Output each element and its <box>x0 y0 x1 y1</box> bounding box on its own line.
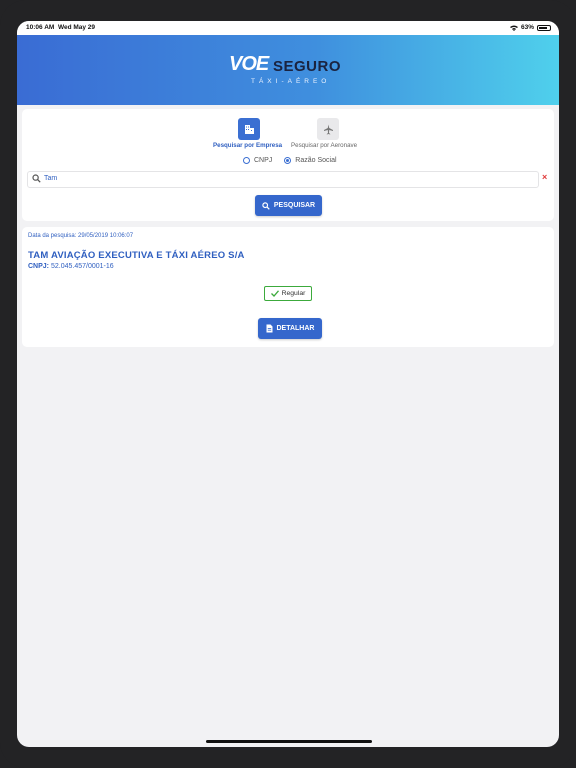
status-right: 63% <box>509 24 551 31</box>
detail-button-label: DETALHAR <box>276 325 315 332</box>
cnpj-value: 52.045.457/0001-16 <box>50 263 114 270</box>
radio-cnpj[interactable] <box>243 157 250 164</box>
app-header: VOE SEGURO TÁXI-AÉREO <box>17 35 559 105</box>
status-date: Wed May 29 <box>57 24 96 31</box>
battery-percent: 63% <box>520 24 534 31</box>
check-icon <box>270 290 279 297</box>
search-input[interactable] <box>44 173 524 184</box>
app-screen: 10:06 AM Wed May 29 63% VOE SEGURO TÁXI-… <box>17 21 559 747</box>
status-badge: Regular <box>264 286 312 301</box>
mode-empresa-button[interactable] <box>238 118 260 140</box>
search-icon <box>262 201 270 210</box>
search-icon <box>32 174 41 183</box>
mode-aeronave-button[interactable] <box>317 118 339 140</box>
brand-logo: VOE SEGURO TÁXI-AÉREO <box>229 53 349 93</box>
company-cnpj: CNPJ: 52.045.457/0001-16 <box>28 263 114 270</box>
wifi-icon <box>509 25 518 31</box>
company-name: TAM AVIAÇÃO EXECUTIVA E TÁXI AÉREO S/A <box>28 250 245 261</box>
clear-search-icon[interactable]: × <box>542 172 547 182</box>
search-card: Pesquisar por Empresa Pesquisar por Aero… <box>22 109 554 221</box>
logo-mark: VOE <box>229 53 269 75</box>
airplane-icon <box>323 124 333 134</box>
status-bar: 10:06 AM Wed May 29 63% <box>17 21 559 35</box>
logo-word: SEGURO <box>273 58 342 75</box>
status-time-value: 10:06 AM <box>26 24 55 31</box>
home-indicator[interactable] <box>206 740 372 743</box>
mode-empresa-label[interactable]: Pesquisar por Empresa <box>213 142 282 149</box>
search-type-radio-group: CNPJ Razão Social <box>243 157 337 164</box>
radio-razao-social-label[interactable]: Razão Social <box>295 157 336 164</box>
radio-razao-social[interactable] <box>284 157 292 164</box>
cnpj-label: CNPJ: <box>28 263 50 270</box>
search-button-label: PESQUISAR <box>273 202 316 209</box>
status-label: Regular <box>281 290 306 297</box>
radio-cnpj-label[interactable]: CNPJ <box>254 157 272 164</box>
result-card: Data da pesquisa: 29/05/2019 10:06:07 TA… <box>22 227 554 347</box>
logo-subtitle: TÁXI-AÉREO <box>251 78 331 85</box>
status-time: 10:06 AM Wed May 29 <box>26 24 95 31</box>
mode-aeronave-label[interactable]: Pesquisar por Aeronave <box>291 142 357 149</box>
document-icon <box>266 324 272 333</box>
search-date: Data da pesquisa: 29/05/2019 10:06:07 <box>28 233 134 239</box>
search-button[interactable]: PESQUISAR <box>255 195 322 216</box>
ipad-frame: 10:06 AM Wed May 29 63% VOE SEGURO TÁXI-… <box>0 0 576 768</box>
search-field <box>27 171 539 188</box>
detail-button[interactable]: DETALHAR <box>258 318 322 339</box>
building-icon <box>244 124 254 134</box>
battery-icon <box>537 24 551 31</box>
